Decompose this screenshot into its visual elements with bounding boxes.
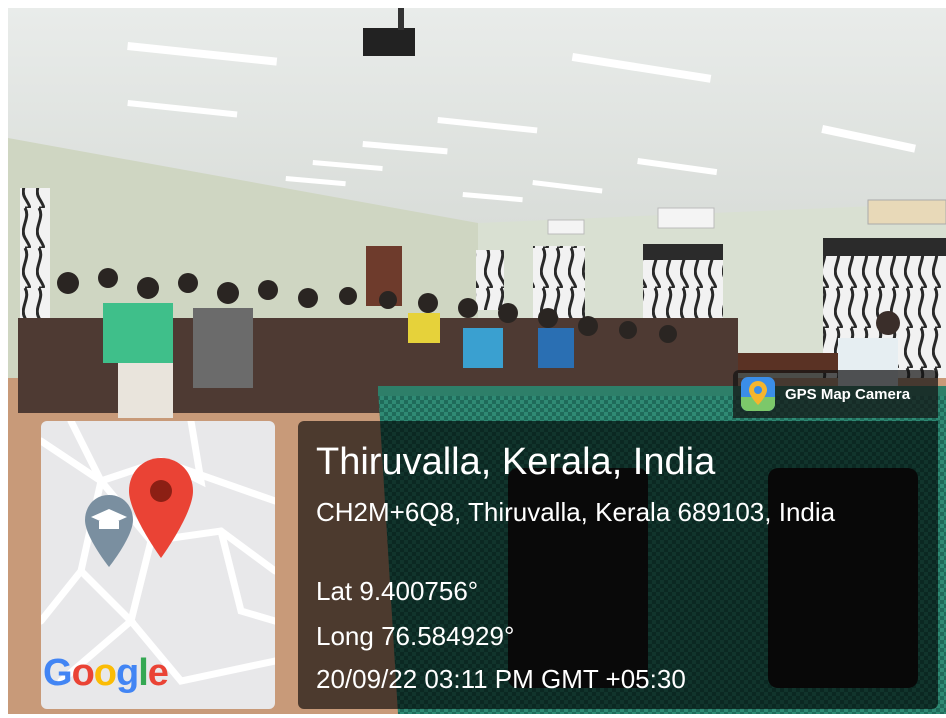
google-logo: Google <box>43 652 169 694</box>
location-pin-icon <box>129 458 193 558</box>
latitude: Lat 9.400756° <box>316 576 479 606</box>
map-thumbnail[interactable]: Google <box>41 421 275 709</box>
map-pin-icon <box>741 377 775 411</box>
location-info-panel: Thiruvalla, Kerala, India CH2M+6Q8, Thir… <box>298 421 938 709</box>
curtain <box>476 250 504 310</box>
gps-map-camera-badge: GPS Map Camera <box>733 370 938 418</box>
longitude: Long 76.584929° <box>316 621 515 651</box>
air-conditioner <box>867 199 946 225</box>
projector <box>363 28 415 56</box>
place-title: Thiruvalla, Kerala, India <box>316 441 716 483</box>
address: CH2M+6Q8, Thiruvalla, Kerala 689103, Ind… <box>316 497 836 527</box>
photo: Google GPS Map Camera Thiruvalla, Kerala… <box>8 8 946 714</box>
app-name: GPS Map Camera <box>785 385 911 403</box>
timestamp: 20/09/22 03:11 PM GMT +05:30 <box>316 664 686 694</box>
air-conditioner <box>657 207 715 229</box>
air-conditioner <box>547 219 585 235</box>
